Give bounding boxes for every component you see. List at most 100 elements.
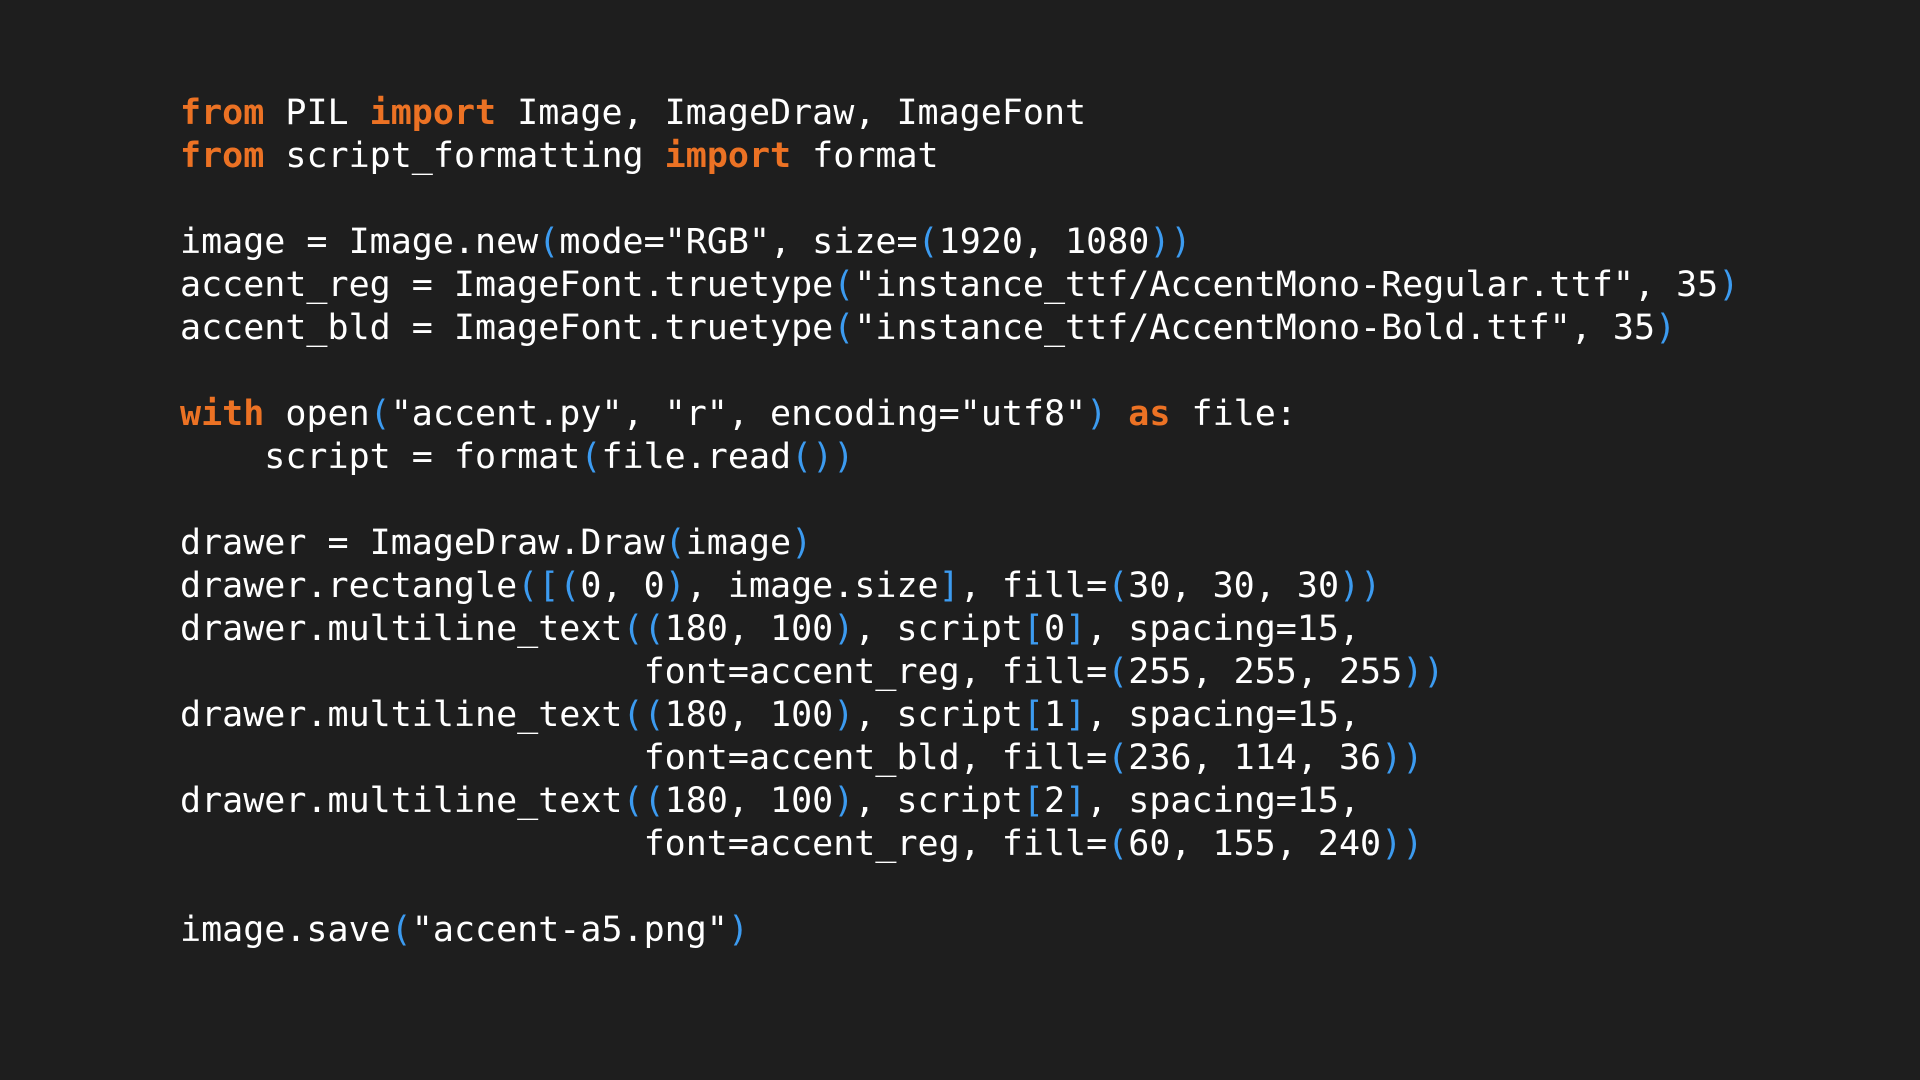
code-text: , fill= (959, 566, 1108, 606)
code-text: image = Image.new (180, 222, 539, 262)
code-line: with open("accent.py", "r", encoding="ut… (180, 393, 1739, 436)
code-text: 180, 100 (664, 609, 834, 649)
code-bracket: ) (833, 609, 855, 649)
code-keyword: from (180, 93, 265, 133)
code-line: script = format(file.read()) (180, 436, 1739, 479)
code-text: format (791, 136, 939, 176)
code-bracket: ) (833, 781, 855, 821)
code-text: file: (1170, 394, 1297, 434)
code-line: drawer.multiline_text((180, 100), script… (180, 780, 1739, 823)
code-text: 2 (1043, 781, 1066, 821)
code-text: , script (854, 781, 1023, 821)
code-text: 1920, 1080 (938, 222, 1150, 262)
code-bracket: ) (727, 910, 749, 950)
code-text: 236, 114, 36 (1128, 738, 1382, 778)
code-line: drawer.multiline_text((180, 100), script… (180, 608, 1739, 651)
code-text: 60, 155, 240 (1128, 824, 1382, 864)
code-text: script = format (180, 437, 581, 477)
code-keyword: from (180, 136, 265, 176)
code-text: , script (854, 609, 1023, 649)
code-bracket: ( (1107, 824, 1129, 864)
code-text: 30, 30, 30 (1128, 566, 1340, 606)
code-bracket: ( (833, 265, 855, 305)
code-text: accent_bld = ImageFont.truetype (180, 308, 834, 348)
code-bracket: ) (1086, 394, 1108, 434)
code-text: 180, 100 (664, 695, 834, 735)
code-bracket: ()) (791, 437, 855, 477)
code-bracket: ] (1065, 695, 1087, 735)
code-line: accent_reg = ImageFont.truetype("instanc… (180, 264, 1739, 307)
code-text: drawer.multiline_text (180, 695, 623, 735)
code-keyword: import (664, 136, 792, 176)
code-bracket: [ (1022, 609, 1044, 649)
code-bracket: ) (664, 566, 686, 606)
code-text: script_formatting (264, 136, 665, 176)
code-text: , image.size (685, 566, 939, 606)
code-text: open (264, 394, 370, 434)
code-keyword: import (369, 93, 497, 133)
code-text: 0, 0 (580, 566, 665, 606)
code-line: from PIL import Image, ImageDraw, ImageF… (180, 92, 1739, 135)
code-bracket: (( (622, 609, 665, 649)
code-text: font=accent_reg, fill= (180, 824, 1108, 864)
code-text: "instance_ttf/AccentMono-Bold.ttf", 35 (854, 308, 1656, 348)
code-line: image = Image.new(mode="RGB", size=(1920… (180, 221, 1739, 264)
code-line: accent_bld = ImageFont.truetype("instanc… (180, 307, 1739, 350)
code-bracket: ( (538, 222, 560, 262)
code-line: font=accent_bld, fill=(236, 114, 36)) (180, 737, 1739, 780)
code-text: 255, 255, 255 (1128, 652, 1403, 692)
code-bracket: ([( (517, 566, 581, 606)
code-text: "accent.py", "r", encoding="utf8" (390, 394, 1087, 434)
code-bracket: (( (622, 781, 665, 821)
code-bracket: ) (791, 523, 813, 563)
code-bracket: (( (622, 695, 665, 735)
code-bracket: )) (1381, 824, 1424, 864)
code-text: font=accent_reg, fill= (180, 652, 1108, 692)
code-line: image.save("accent-a5.png") (180, 909, 1739, 952)
code-bracket: ) (1655, 308, 1677, 348)
code-text: accent_reg = ImageFont.truetype (180, 265, 834, 305)
code-line: font=accent_reg, fill=(255, 255, 255)) (180, 651, 1739, 694)
code-bracket: ( (664, 523, 686, 563)
code-line: drawer = ImageDraw.Draw(image) (180, 522, 1739, 565)
code-bracket: ] (1065, 781, 1087, 821)
code-text: mode="RGB", size= (559, 222, 918, 262)
code-bracket: ) (1718, 265, 1740, 305)
code-text: 1 (1043, 695, 1066, 735)
code-text: drawer.multiline_text (180, 781, 623, 821)
code-bracket: ( (833, 308, 855, 348)
code-bracket: ] (1065, 609, 1087, 649)
code-bracket: )) (1381, 738, 1424, 778)
code-text: drawer.multiline_text (180, 609, 623, 649)
code-bracket: ( (580, 437, 602, 477)
code-text: , spacing=15, (1086, 781, 1361, 821)
code-keyword: as (1128, 394, 1171, 434)
code-text: file.read (601, 437, 792, 477)
code-text: drawer.rectangle (180, 566, 518, 606)
code-text: image.save (180, 910, 391, 950)
code-text: , spacing=15, (1086, 609, 1361, 649)
code-text: PIL (264, 93, 370, 133)
code-bracket: )) (1149, 222, 1192, 262)
code-line: drawer.multiline_text((180, 100), script… (180, 694, 1739, 737)
code-bracket: ( (1107, 566, 1129, 606)
code-keyword: with (180, 394, 265, 434)
code-text: font=accent_bld, fill= (180, 738, 1108, 778)
code-text: "accent-a5.png" (411, 910, 728, 950)
code-bracket: [ (1022, 781, 1044, 821)
code-text: 180, 100 (664, 781, 834, 821)
code-bracket: )) (1402, 652, 1445, 692)
code-bracket: ] (938, 566, 960, 606)
code-text: "instance_ttf/AccentMono-Regular.ttf", 3… (854, 265, 1719, 305)
code-bracket: ( (390, 910, 412, 950)
code-text: image (685, 523, 792, 563)
code-text: Image, ImageDraw, ImageFont (496, 93, 1087, 133)
code-line: drawer.rectangle([(0, 0), image.size], f… (180, 565, 1739, 608)
code-text: drawer = ImageDraw.Draw (180, 523, 665, 563)
code-canvas: from PIL import Image, ImageDraw, ImageF… (0, 0, 1920, 1080)
code-text: , spacing=15, (1086, 695, 1361, 735)
